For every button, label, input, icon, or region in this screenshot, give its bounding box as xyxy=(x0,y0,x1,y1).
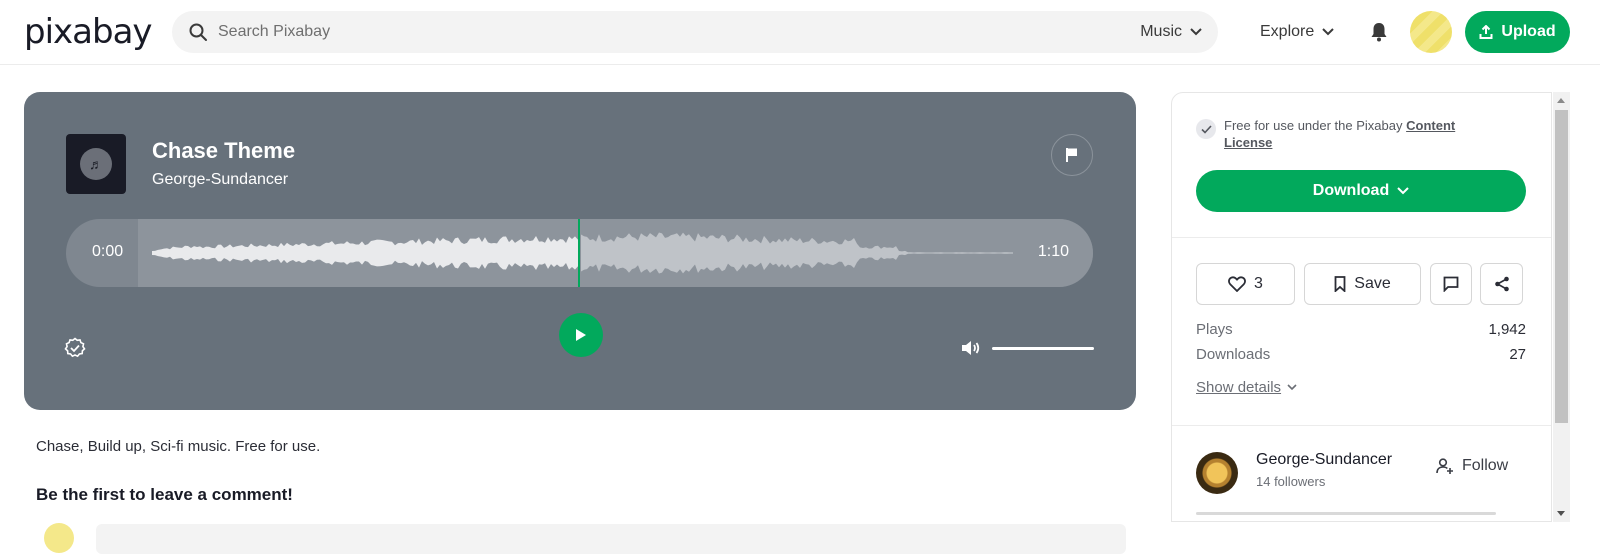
divider xyxy=(1172,237,1551,238)
license-prefix: Free for use under the Pixabay xyxy=(1224,118,1407,133)
stat-label: Plays xyxy=(1196,321,1233,338)
waveform-shape xyxy=(581,232,1013,274)
download-button[interactable]: Download xyxy=(1196,170,1526,212)
share-icon xyxy=(1494,276,1509,292)
chevron-down-icon xyxy=(1322,28,1334,36)
search-type-label: Music xyxy=(1140,23,1182,40)
track-cover: ♬ xyxy=(66,134,126,194)
likes-count: 3 xyxy=(1254,275,1263,292)
save-button[interactable]: Save xyxy=(1304,263,1421,305)
bell-icon[interactable] xyxy=(1370,22,1388,42)
divider xyxy=(1172,425,1551,426)
chevron-down-icon xyxy=(1287,384,1297,391)
report-button[interactable] xyxy=(1051,134,1093,176)
search-type-dropdown[interactable]: Music xyxy=(1140,11,1202,53)
waveform[interactable] xyxy=(138,219,1093,287)
save-label: Save xyxy=(1354,275,1391,292)
author-name[interactable]: George-Sundancer xyxy=(1256,451,1392,469)
sidebar-scrollbar[interactable] xyxy=(1553,92,1570,522)
check-icon xyxy=(1196,119,1216,139)
current-time: 0:00 xyxy=(92,243,124,260)
settings-badge-icon[interactable] xyxy=(64,337,86,359)
total-time: 1:10 xyxy=(1037,243,1069,260)
comment-button[interactable] xyxy=(1430,263,1472,305)
scroll-down-arrow[interactable] xyxy=(1557,511,1565,516)
search-bar: Music xyxy=(172,11,1218,53)
share-button[interactable] xyxy=(1480,263,1523,305)
flag-icon xyxy=(1066,148,1077,162)
track-title: Chase Theme xyxy=(152,138,296,163)
details-sidebar: Free for use under the Pixabay Content L… xyxy=(1171,92,1552,522)
show-details-toggle[interactable]: Show details xyxy=(1196,379,1297,396)
like-button[interactable]: 3 xyxy=(1196,263,1295,305)
search-icon[interactable] xyxy=(188,22,208,42)
waveform-scrubber[interactable]: 0:00 1:10 xyxy=(66,219,1093,287)
explore-menu[interactable]: Explore xyxy=(1260,11,1334,53)
stat-value: 27 xyxy=(1509,346,1526,363)
upload-label: Upload xyxy=(1501,23,1556,40)
follow-label: Follow xyxy=(1462,457,1509,474)
stat-row-plays: Plays 1,942 xyxy=(1196,321,1526,338)
chevron-down-icon xyxy=(1397,187,1409,195)
show-details-label: Show details xyxy=(1196,379,1282,396)
play-icon xyxy=(576,329,586,341)
volume-slider[interactable] xyxy=(992,347,1094,350)
upload-button[interactable]: Upload xyxy=(1465,11,1570,53)
comment-user-avatar xyxy=(44,523,74,553)
music-note-icon: ♬ xyxy=(80,148,112,180)
author-followers: 14 followers xyxy=(1256,474,1326,489)
bookmark-icon xyxy=(1334,276,1346,292)
scroll-up-arrow[interactable] xyxy=(1557,98,1565,103)
upload-icon xyxy=(1479,25,1493,39)
track-description: Chase, Build up, Sci-fi music. Free for … xyxy=(36,438,321,455)
stat-value: 1,942 xyxy=(1488,321,1526,338)
waveform-shape xyxy=(152,236,578,270)
volume-icon[interactable] xyxy=(961,339,981,357)
search-input[interactable] xyxy=(218,11,1018,53)
download-label: Download xyxy=(1312,182,1390,199)
heart-icon xyxy=(1228,276,1246,292)
license-notice: Free for use under the Pixabay Content L… xyxy=(1196,117,1496,151)
chevron-down-icon xyxy=(1190,28,1202,36)
user-avatar[interactable] xyxy=(1410,11,1452,53)
add-user-icon xyxy=(1436,458,1453,474)
stat-label: Downloads xyxy=(1196,346,1271,363)
explore-label: Explore xyxy=(1260,23,1315,40)
author-bio xyxy=(1196,508,1526,516)
bio-text-line xyxy=(1196,512,1496,515)
comments-heading: Be the first to leave a comment! xyxy=(36,485,293,504)
stat-row-downloads: Downloads 27 xyxy=(1196,346,1526,363)
top-header: pixabay Music Explore Upload xyxy=(0,0,1600,65)
play-button[interactable] xyxy=(559,313,603,357)
follow-button[interactable]: Follow xyxy=(1436,457,1508,475)
audio-player: ♬ Chase Theme George-Sundancer 0:00 1:10 xyxy=(24,92,1136,410)
scroll-thumb[interactable] xyxy=(1555,110,1568,423)
license-text: Free for use under the Pixabay Content L… xyxy=(1224,117,1496,151)
track-artist[interactable]: George-Sundancer xyxy=(152,171,288,189)
pixabay-logo[interactable]: pixabay xyxy=(24,12,153,52)
author-avatar[interactable] xyxy=(1196,452,1238,494)
comment-icon xyxy=(1443,276,1459,292)
